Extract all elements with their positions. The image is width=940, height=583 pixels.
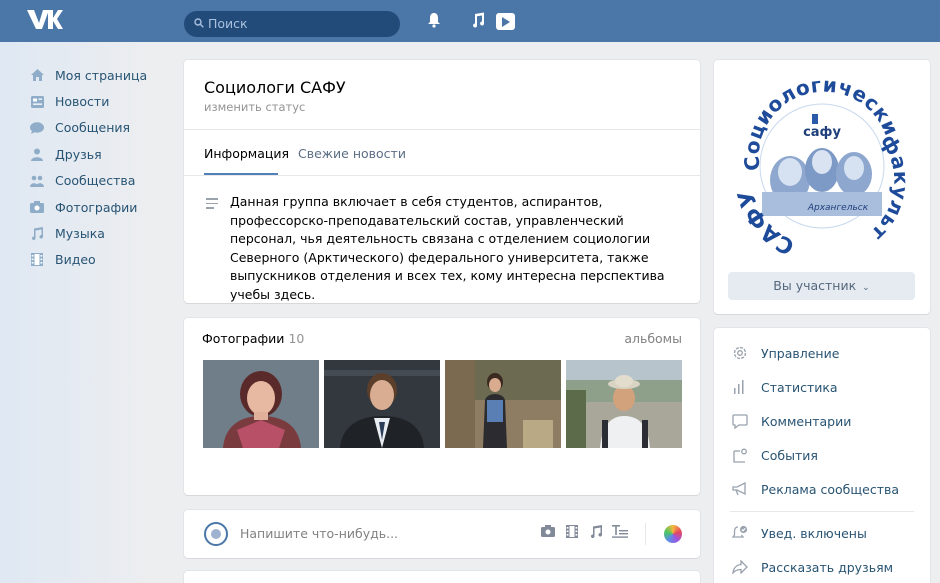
- feed-card-partial: [184, 571, 700, 583]
- photo-thumbnail[interactable]: [566, 360, 682, 448]
- notifications-on-icon: [730, 523, 750, 543]
- gear-icon: [730, 343, 750, 363]
- nav-item-video[interactable]: Видео: [30, 247, 180, 273]
- emblem-inner-bottom: Архангельск: [807, 203, 869, 213]
- photos-card: Фотографии 10 альбомы: [184, 318, 700, 495]
- nav-item-friends[interactable]: Друзья: [30, 141, 180, 167]
- nav-label: Сообщества: [55, 173, 136, 189]
- left-nav: Моя страница Новости Сообщения Друзья Со…: [30, 62, 180, 273]
- video-icon: [30, 253, 44, 267]
- nav-label: Друзья: [55, 146, 102, 162]
- search-input[interactable]: Поиск: [184, 11, 400, 37]
- group-avatar-card: сафу Архангельск Социологический факульт…: [714, 55, 930, 314]
- photos-header[interactable]: Фотографии 10: [202, 331, 304, 346]
- menu-label: Управление: [761, 345, 840, 361]
- nav-label: Сообщения: [55, 120, 131, 136]
- comment-icon: [730, 411, 750, 431]
- photo-thumbnail[interactable]: [445, 360, 561, 448]
- vk-logo[interactable]: [26, 8, 66, 34]
- nav-item-communities[interactable]: Сообщества: [30, 168, 180, 194]
- megaphone-icon: [730, 479, 750, 499]
- nav-item-my-page[interactable]: Моя страница: [30, 62, 180, 88]
- photo-thumbnail[interactable]: [324, 360, 440, 448]
- divider: [645, 523, 646, 545]
- nav-label: Музыка: [55, 226, 105, 242]
- photos-title: Фотографии: [202, 331, 285, 346]
- page-title: Социологи САФУ: [204, 78, 346, 97]
- divider: [730, 511, 914, 512]
- post-input[interactable]: Напишите что-нибудь...: [240, 526, 398, 541]
- menu-label: Комментарии: [761, 413, 852, 429]
- member-status-button[interactable]: Вы участник ⌄: [728, 272, 915, 300]
- menu-label: Реклама сообщества: [761, 481, 900, 497]
- share-icon: [730, 557, 750, 577]
- bell-icon[interactable]: [424, 12, 444, 32]
- menu-item-ads[interactable]: Реклама сообщества: [730, 479, 899, 499]
- nav-label: Новости: [55, 94, 110, 110]
- events-icon: [730, 445, 750, 465]
- divider: [184, 175, 700, 176]
- menu-item-events[interactable]: События: [730, 445, 818, 465]
- divider: [184, 129, 700, 130]
- tab-latest-news[interactable]: Свежие новости: [298, 146, 406, 161]
- post-background-icon[interactable]: [664, 525, 682, 543]
- music-icon: [30, 227, 44, 241]
- messages-icon: [30, 121, 44, 135]
- communities-icon: [30, 174, 44, 188]
- menu-item-share[interactable]: Рассказать друзьям: [730, 557, 893, 577]
- nav-item-music[interactable]: Музыка: [30, 220, 180, 246]
- nav-label: Видео: [55, 252, 96, 268]
- group-emblem[interactable]: сафу Архангельск Социологический факульт…: [723, 55, 914, 259]
- group-header-card: Социологи САФУ изменить статус Информаци…: [184, 60, 700, 303]
- menu-label: Статистика: [761, 379, 838, 395]
- camera-icon[interactable]: [540, 525, 556, 541]
- top-bar: Поиск: [0, 0, 940, 42]
- albums-link[interactable]: альбомы: [624, 331, 682, 346]
- music-icon[interactable]: [468, 12, 488, 32]
- post-composer: Напишите что-нибудь...: [184, 510, 700, 558]
- menu-label: Увед. включены: [761, 525, 867, 541]
- tab-information[interactable]: Информация: [204, 146, 289, 161]
- stats-icon: [730, 377, 750, 397]
- search-placeholder: Поиск: [208, 16, 248, 31]
- nav-item-news[interactable]: Новости: [30, 88, 180, 114]
- menu-label: Рассказать друзьям: [761, 559, 894, 575]
- video-play-icon[interactable]: [496, 13, 515, 30]
- news-icon: [30, 95, 44, 109]
- group-actions-card: Управление Статистика Комментарии Событи…: [714, 328, 930, 583]
- search-icon: [194, 12, 208, 38]
- nav-label: Моя страница: [55, 67, 148, 83]
- menu-label: События: [761, 447, 818, 463]
- nav-item-photos[interactable]: Фотографии: [30, 194, 180, 220]
- group-description: Данная группа включает в себя студентов,…: [230, 194, 665, 302]
- photos-count: 10: [288, 331, 305, 346]
- change-status-link[interactable]: изменить статус: [204, 100, 305, 114]
- member-status-label: Вы участник: [773, 278, 857, 293]
- vk-logo-icon: [27, 10, 63, 29]
- music-icon[interactable]: [588, 525, 604, 541]
- video-icon[interactable]: [564, 525, 580, 541]
- menu-item-comments[interactable]: Комментарии: [730, 411, 851, 431]
- photo-thumbnail[interactable]: [203, 360, 319, 448]
- avatar: [204, 522, 228, 546]
- nav-label: Фотографии: [55, 199, 138, 215]
- home-icon: [30, 68, 44, 82]
- menu-item-notifications[interactable]: Увед. включены: [730, 523, 867, 543]
- nav-item-messages[interactable]: Сообщения: [30, 115, 180, 141]
- article-icon[interactable]: [612, 525, 628, 541]
- chevron-down-icon: ⌄: [862, 283, 870, 293]
- camera-icon: [30, 200, 44, 214]
- friends-icon: [30, 147, 44, 161]
- description-icon: [206, 198, 218, 212]
- menu-item-manage[interactable]: Управление: [730, 343, 839, 363]
- emblem-inner-top: сафу: [803, 125, 841, 140]
- menu-item-statistics[interactable]: Статистика: [730, 377, 838, 397]
